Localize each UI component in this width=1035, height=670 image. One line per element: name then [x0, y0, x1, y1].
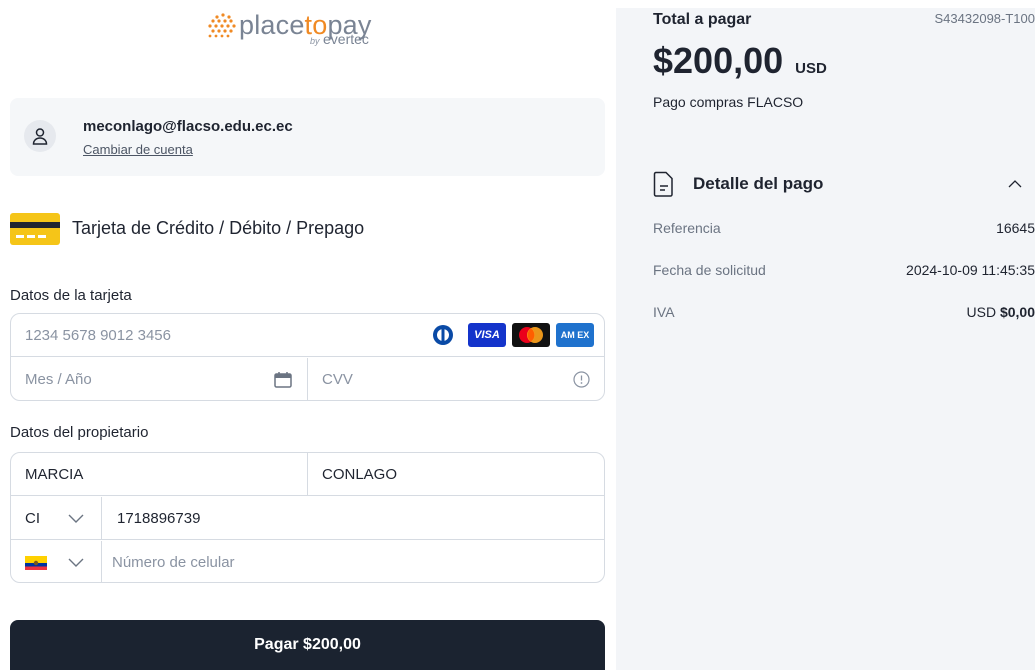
ecuador-flag-icon[interactable]: [25, 556, 47, 570]
detail-value-prefix: USD: [966, 304, 1000, 320]
info-icon[interactable]: [573, 371, 590, 388]
document-icon: [653, 171, 673, 197]
pay-button[interactable]: Pagar $200,00: [10, 620, 605, 670]
logo-word-place: place: [239, 10, 305, 40]
detail-key: Referencia: [653, 220, 721, 236]
card-expiry-cvv-row: Mes / Año CVV: [11, 358, 604, 400]
payment-method-label: Tarjeta de Crédito / Débito / Prepago: [72, 218, 365, 238]
detail-row-date: Fecha de solicitud 2024-10-09 11:45:35: [653, 262, 1035, 282]
detail-title: Detalle del pago: [693, 174, 824, 193]
logo-dots-icon: [208, 13, 236, 38]
total-label: Total a pagar: [653, 11, 752, 28]
change-account-link[interactable]: Cambiar de cuenta: [83, 142, 193, 157]
user-icon: [24, 120, 56, 152]
card-number-row: 1234 5678 9012 3456 VISA AM EX: [11, 314, 604, 357]
phone-input[interactable]: Número de celular: [112, 541, 235, 582]
chevron-up-icon[interactable]: [1007, 176, 1023, 192]
logo-by: by: [310, 36, 320, 46]
card-section-title: Datos de la tarjeta: [10, 287, 132, 304]
first-name-input[interactable]: MARCIA: [25, 453, 83, 496]
last-name-input[interactable]: CONLAGO: [322, 453, 397, 496]
card-fields: 1234 5678 9012 3456 VISA AM EX Mes / Año: [10, 313, 605, 401]
owner-fields: MARCIA CONLAGO CI 1718896739 Número de c…: [10, 452, 605, 583]
payment-detail-header[interactable]: Detalle del pago: [653, 171, 1023, 197]
amex-icon: AM EX: [556, 323, 594, 347]
detail-value: 16645: [996, 220, 1035, 236]
owner-document-row: CI 1718896739: [11, 497, 604, 540]
detail-value-amount: $0,00: [999, 304, 1035, 320]
detail-row-reference: Referencia 16645: [653, 220, 1035, 240]
payment-summary-panel: Total a pagar S43432098-T100 $200,00 USD…: [616, 8, 1035, 670]
amount-value: $200,00: [653, 40, 784, 81]
diners-icon: [424, 323, 462, 347]
detail-key: IVA: [653, 304, 675, 320]
owner-name-row: MARCIA CONLAGO: [11, 453, 604, 496]
mastercard-icon: [512, 323, 550, 347]
owner-section-title: Datos del propietario: [10, 424, 149, 441]
detail-value: 2024-10-09 11:45:35: [906, 262, 1035, 278]
amount-currency: USD: [795, 60, 827, 77]
detail-value: USD $0,00: [967, 304, 1035, 320]
reference-code: S43432098-T100: [934, 11, 1035, 26]
expiry-input[interactable]: Mes / Año: [25, 358, 92, 400]
cvv-input[interactable]: CVV: [322, 358, 353, 400]
detail-key: Fecha de solicitud: [653, 262, 766, 278]
field-divider: [307, 358, 308, 400]
field-divider: [307, 453, 308, 495]
detail-row-iva: IVA USD $0,00: [653, 304, 1035, 324]
total-amount: $200,00 USD: [653, 40, 827, 82]
payment-method: Tarjeta de Crédito / Débito / Prepago: [10, 209, 605, 245]
document-type-select[interactable]: CI: [25, 497, 40, 540]
logo-partner: evertec: [323, 31, 369, 47]
calendar-icon: [274, 372, 292, 388]
payment-form-panel: placetopay by evertec meconlago@flacso.e…: [10, 0, 605, 670]
field-divider: [101, 541, 102, 582]
owner-phone-row: Número de celular: [11, 541, 604, 582]
credit-card-icon: [10, 213, 60, 245]
account-card: meconlago@flacso.edu.ec.ec Cambiar de cu…: [10, 98, 605, 176]
document-number-input[interactable]: 1718896739: [117, 497, 200, 540]
card-brands: VISA AM EX: [424, 323, 594, 347]
visa-icon: VISA: [468, 323, 506, 347]
field-divider: [101, 497, 102, 539]
card-number-input[interactable]: 1234 5678 9012 3456: [25, 314, 171, 357]
account-email: meconlago@flacso.edu.ec.ec: [83, 118, 293, 135]
chevron-down-icon[interactable]: [68, 514, 84, 524]
chevron-down-icon[interactable]: [68, 558, 84, 568]
payment-description: Pago compras FLACSO: [653, 94, 804, 110]
placetopay-logo: placetopay by evertec: [206, 8, 416, 48]
